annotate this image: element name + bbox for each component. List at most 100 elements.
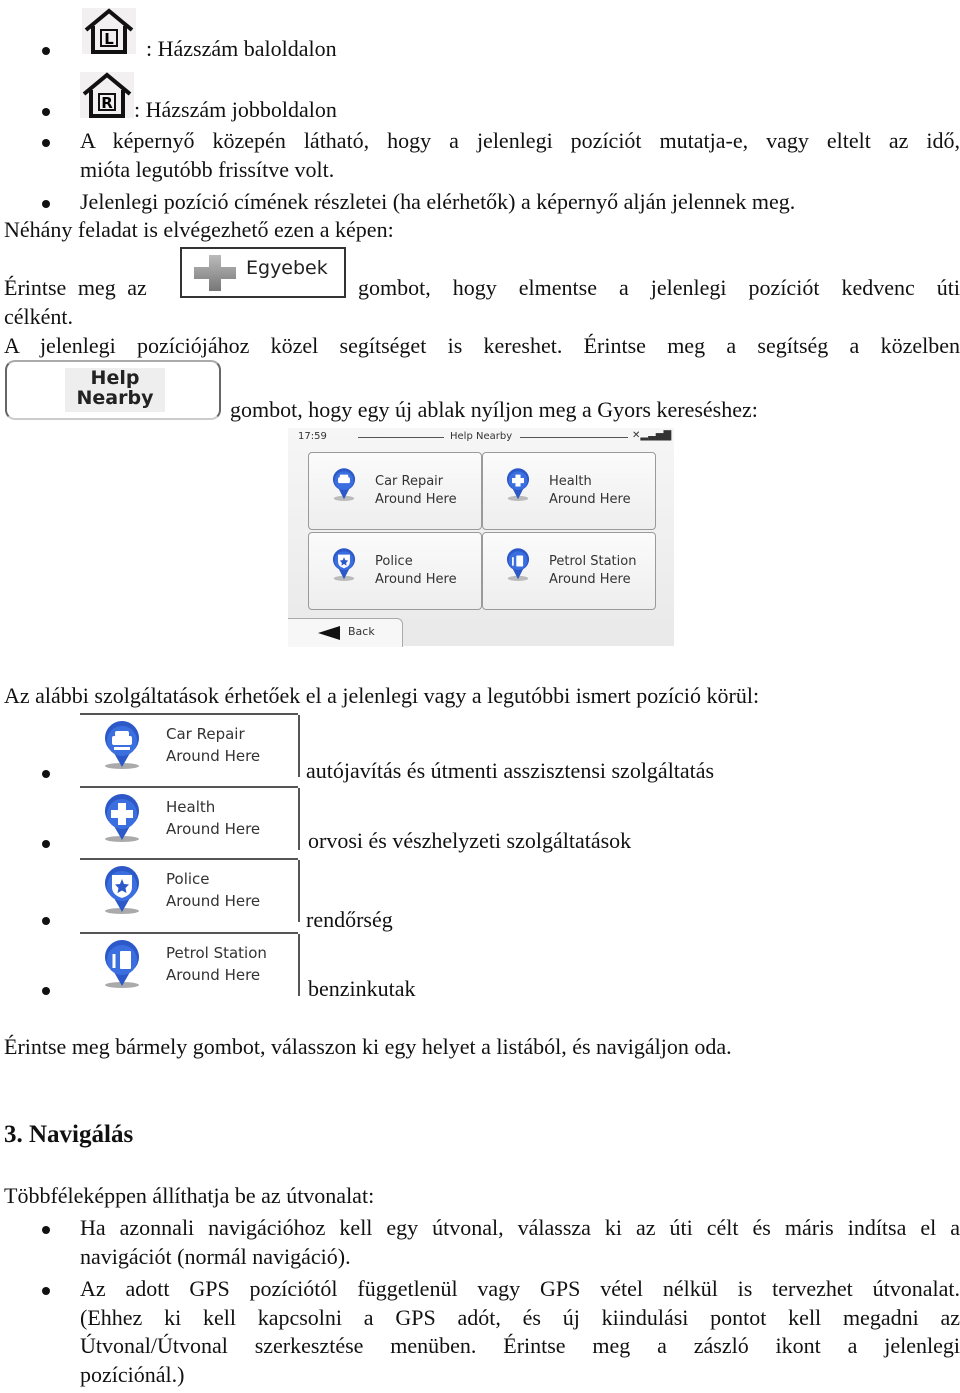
plus-icon <box>194 255 236 291</box>
bullet-text-continued: navigációt (normál navigáció). <box>80 1244 351 1269</box>
help-nearby-button[interactable]: Help Nearby <box>5 360 221 420</box>
bullet-text: A képernyő közepén látható, hogy a jelen… <box>80 128 960 153</box>
tile-label-line2: Around Here <box>549 572 631 587</box>
service-label-line1: Health <box>166 798 216 816</box>
status-bar: 17:59 Help Nearby ✕▂▃▅▇ <box>288 428 674 446</box>
service-description: rendőrség <box>306 907 393 932</box>
service-label-line1: Car Repair <box>166 725 245 743</box>
divider <box>298 860 300 922</box>
service-label: Car Repair Around Here <box>166 723 260 767</box>
service-label: Petrol Station Around Here <box>166 942 267 986</box>
police-icon <box>105 866 139 914</box>
back-label: Back <box>348 625 375 638</box>
bullet <box>42 47 50 55</box>
screen-title: Help Nearby <box>450 431 513 442</box>
health-icon <box>506 468 530 501</box>
house-left-icon: L <box>82 8 136 54</box>
help-label-line1: Help <box>90 367 140 389</box>
bullet <box>42 1287 50 1295</box>
divider <box>298 934 300 996</box>
bullet-text: Ha azonnali navigációhoz kell egy útvona… <box>80 1215 960 1240</box>
police-icon <box>332 548 356 581</box>
service-description: orvosi és vészhelyzeti szolgáltatások <box>308 828 632 853</box>
paragraph-text: gombot, hogy egy új ablak nyíljon meg a … <box>230 397 758 422</box>
divider <box>358 437 444 438</box>
bullet <box>42 139 50 147</box>
help-label-line2: Nearby <box>76 387 154 409</box>
gps-signal-icon: ✕▂▃▅▇ <box>632 430 672 441</box>
bullet <box>42 200 50 208</box>
petrol-station-icon <box>506 548 530 581</box>
back-button[interactable]: Back <box>288 618 403 647</box>
help-nearby-screen: 17:59 Help Nearby ✕▂▃▅▇ Car Repair Around… <box>288 428 674 647</box>
tile-label: Police Around Here <box>375 553 457 589</box>
house-right-icon: R <box>80 72 134 118</box>
service-label-line2: Around Here <box>166 820 261 838</box>
list-item-text: : Házszám baloldalon <box>146 36 337 61</box>
car-repair-icon <box>105 721 139 769</box>
service-label-line1: Petrol Station <box>166 944 267 962</box>
tile-label-line1: Health <box>549 474 592 489</box>
tile-label: Petrol Station Around Here <box>549 553 636 589</box>
health-icon <box>105 794 139 842</box>
bullet <box>42 1226 50 1234</box>
bullet-text-continued: Útvonal/Útvonal szerkesztése menüben. Ér… <box>80 1333 960 1358</box>
svg-text:L: L <box>104 30 114 48</box>
divider <box>298 788 300 850</box>
service-label-line2: Around Here <box>166 966 261 984</box>
tile-label-line2: Around Here <box>549 492 631 507</box>
car-repair-button[interactable]: Car Repair Around Here <box>80 713 300 777</box>
divider <box>298 715 300 777</box>
bullet-text: Az adott GPS pozíciótól függetlenül vagy… <box>80 1276 960 1301</box>
bullet <box>42 917 50 925</box>
list-item-text: : Házszám jobboldalon <box>134 97 337 122</box>
bullet <box>42 770 50 778</box>
paragraph: Érintse meg bármely gombot, válasszon ki… <box>4 1034 732 1059</box>
service-label-line2: Around Here <box>166 747 261 765</box>
section-heading: 3. Navigálás <box>4 1121 134 1148</box>
divider <box>520 437 628 438</box>
service-label-line1: Police <box>166 870 210 888</box>
police-tile[interactable]: Police Around Here <box>308 532 482 610</box>
service-label: Police Around Here <box>166 868 260 912</box>
egyebek-button-label: Egyebek <box>246 257 328 279</box>
bullet-text-continued: (Ehhez ki kell kapcsolni a GPS adót, és … <box>80 1305 960 1330</box>
petrol-station-button[interactable]: Petrol Station Around Here <box>80 932 300 996</box>
clock: 17:59 <box>298 431 327 442</box>
service-description: benzinkutak <box>308 976 416 1001</box>
back-arrow-icon <box>318 626 340 640</box>
tile-label-line2: Around Here <box>375 572 457 587</box>
paragraph: Az alábbi szolgáltatások érhetőek el a j… <box>4 683 760 708</box>
service-label: Health Around Here <box>166 796 260 840</box>
tile-label-line1: Car Repair <box>375 474 444 489</box>
bullet <box>42 987 50 995</box>
car-repair-icon <box>332 468 356 501</box>
tile-label-line2: Around Here <box>375 492 457 507</box>
bullet <box>42 840 50 848</box>
paragraph: Néhány feladat is elvégezhető ezen a kép… <box>4 217 394 242</box>
bullet-text-continued: mióta legutóbb frissítve volt. <box>80 157 335 182</box>
petrol-station-tile[interactable]: Petrol Station Around Here <box>482 532 656 610</box>
health-tile[interactable]: Health Around Here <box>482 452 656 530</box>
bullet <box>42 108 50 116</box>
egyebek-button[interactable]: Egyebek <box>180 247 346 298</box>
tile-label-line1: Petrol Station <box>549 554 637 569</box>
car-repair-tile[interactable]: Car Repair Around Here <box>308 452 482 530</box>
paragraph: Többféleképpen állíthatja be az útvonala… <box>4 1183 375 1208</box>
tile-label: Health Around Here <box>549 473 631 509</box>
paragraph-text: A jelenlegi pozíciójához közel segítsége… <box>4 333 960 358</box>
help-nearby-button-label: Help Nearby <box>65 368 165 412</box>
bullet-text: Jelenlegi pozíció címének részletei (ha … <box>80 189 796 214</box>
svg-text:R: R <box>101 94 113 112</box>
tile-label: Car Repair Around Here <box>375 473 457 509</box>
petrol-station-icon <box>105 940 139 988</box>
tile-label-line1: Police <box>375 554 413 569</box>
service-label-line2: Around Here <box>166 892 261 910</box>
police-button[interactable]: Police Around Here <box>80 858 300 922</box>
health-button[interactable]: Health Around Here <box>80 786 300 850</box>
bullet-text-continued: pozíciónál.) <box>80 1362 185 1387</box>
paragraph-text: célként. <box>4 304 74 329</box>
paragraph-text: Érintse meg az <box>4 275 147 300</box>
service-description: autójavítás és útmenti asszisztensi szol… <box>306 758 715 783</box>
paragraph-text: gombot, hogy elmentse a jelenlegi pozíci… <box>358 275 960 300</box>
